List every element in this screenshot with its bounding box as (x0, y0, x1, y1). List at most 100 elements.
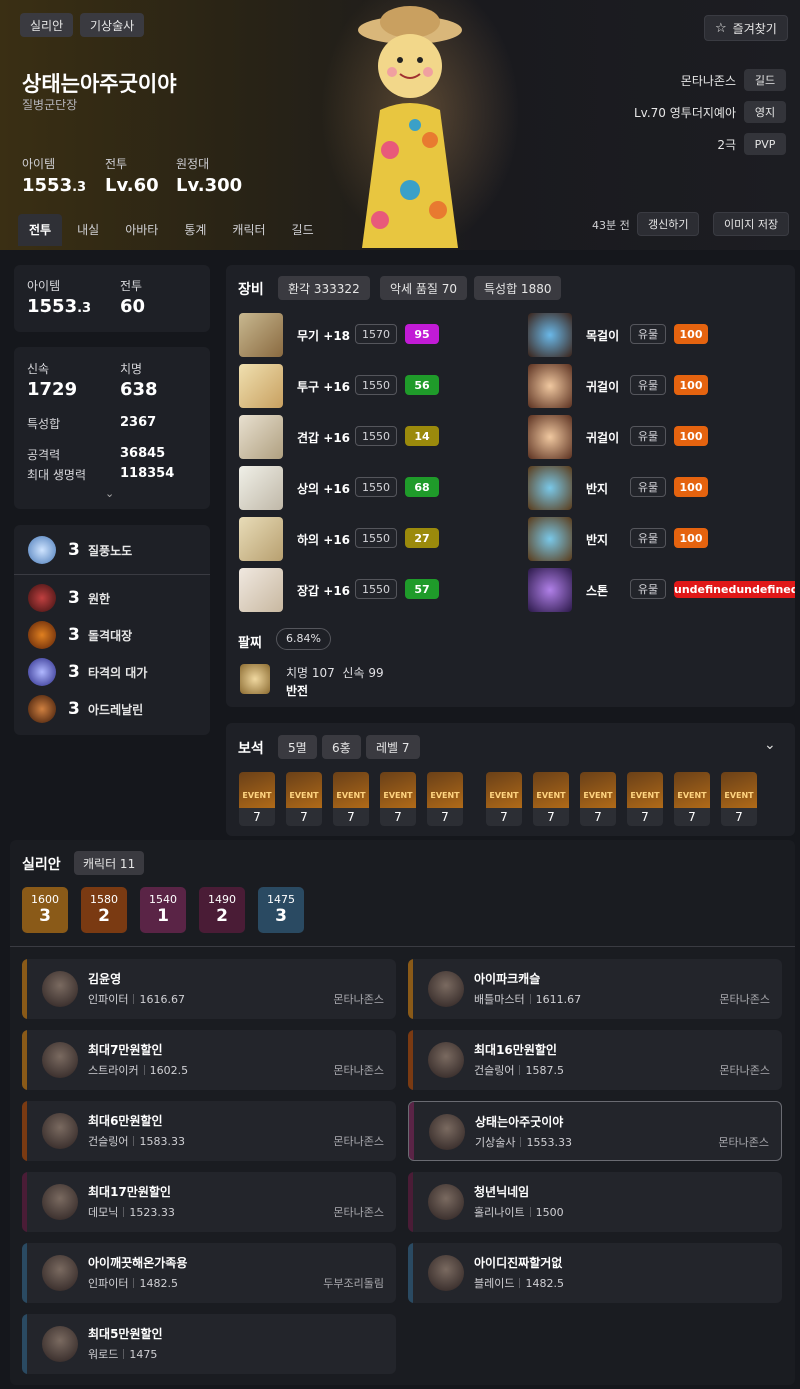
gem-slot[interactable]: EVENT 7 (580, 772, 616, 826)
accessory-name: 반지 (586, 533, 609, 547)
quality-badge: 100 (674, 528, 708, 548)
accessory-name: 목걸이 (586, 329, 620, 343)
character-card[interactable]: 김윤영 인파이터 1616.67 몬타나존스 (22, 959, 396, 1019)
tier-count: 3 (39, 906, 51, 926)
engraving-name: 돌격대장 (88, 628, 133, 643)
character-card[interactable]: 최대6만원할인 건슬링어 1583.33 몬타나존스 (22, 1101, 396, 1161)
class-engraving[interactable]: 3 질풍노도 (28, 535, 132, 565)
gem-icon: EVENT (333, 772, 369, 808)
tab-avatar[interactable]: 아바타 (114, 214, 169, 246)
engraving-item[interactable]: 3 원한 (28, 583, 110, 613)
character-card[interactable]: 최대5만원할인 워로드 1475 (22, 1314, 396, 1374)
character-class: 홀리나이트 (474, 1206, 525, 1219)
character-card[interactable]: 아이파크캐슬 배틀마스터 1611.67 몬타나존스 (408, 959, 782, 1019)
level-tier-filter[interactable]: 1600 3 (22, 887, 68, 933)
equipment-row[interactable]: 상의 +16 1550 68 (239, 466, 479, 510)
tab-inner[interactable]: 내실 (66, 214, 110, 246)
gem-slot[interactable]: EVENT 7 (674, 772, 710, 826)
equipment-row[interactable]: 장갑 +16 1550 57 (239, 568, 479, 612)
divider (10, 946, 795, 947)
gem-slot[interactable]: EVENT 7 (239, 772, 275, 826)
level-tier-filter[interactable]: 1580 2 (81, 887, 127, 933)
character-card[interactable]: 상태는아주굿이야 기상술사 1553.33 몬타나존스 (408, 1101, 782, 1161)
accessory-row[interactable]: 귀걸이 유물 100 (528, 415, 795, 459)
engraving-item[interactable]: 3 돌격대장 (28, 620, 132, 650)
gem-level: 7 (580, 808, 616, 826)
save-image-button[interactable]: 이미지 저장 (713, 212, 790, 236)
accessory-row[interactable]: 귀걸이 유물 100 (528, 364, 795, 408)
character-guild: 몬타나존스 (718, 1136, 769, 1149)
accessory-row[interactable]: 목걸이 유물 100 (528, 313, 795, 357)
gloves-icon (239, 568, 283, 612)
tab-combat[interactable]: 전투 (18, 214, 63, 246)
quality-badge: 57 (405, 579, 439, 599)
class-chip[interactable]: 기상술사 (80, 13, 145, 37)
engraving-item[interactable]: 3 타격의 대가 (28, 657, 147, 687)
pvp-rank: 2극 (717, 137, 736, 152)
max-hp-value: 118354 (120, 466, 175, 481)
server-chip[interactable]: 실리안 (20, 13, 74, 37)
gem-level: 7 (286, 808, 322, 826)
character-item-level: 1523.33 (129, 1206, 175, 1219)
tier-color-bar (22, 1314, 27, 1374)
character-card[interactable]: 아이깨끗해온가족용 인파이터 1482.5 두부조리돌림 (22, 1243, 396, 1303)
accessory-row[interactable]: 반지 유물 100 (528, 466, 795, 510)
gem-slot[interactable]: EVENT 7 (286, 772, 322, 826)
character-name: 김윤영 (88, 972, 122, 986)
level-tier-filter[interactable]: 1490 2 (199, 887, 245, 933)
accessory-name: 반지 (586, 482, 609, 496)
favorite-button[interactable]: ☆ 즐겨찾기 (704, 15, 788, 41)
pvp-badge[interactable]: PVP (744, 133, 786, 155)
equipment-name: 견갑 +16 (297, 431, 351, 445)
character-info: 기상술사 1553.33 (475, 1134, 572, 1150)
max-hp-label: 최대 생명력 (27, 468, 87, 482)
gem-slot[interactable]: EVENT 7 (627, 772, 663, 826)
engraving-name: 원한 (88, 591, 111, 606)
equipment-row[interactable]: 투구 +16 1550 56 (239, 364, 479, 408)
gem-slot[interactable]: EVENT 7 (380, 772, 416, 826)
expand-chevron-icon[interactable]: ⌄ (105, 487, 114, 500)
refresh-button[interactable]: 갱신하기 (637, 212, 700, 236)
gem-slot[interactable]: EVENT 7 (486, 772, 522, 826)
tab-stats[interactable]: 통계 (173, 214, 217, 246)
character-item-level: 1583.33 (139, 1135, 185, 1148)
accessory-row[interactable]: 반지 유물 100 (528, 517, 795, 561)
gem-slot[interactable]: EVENT 7 (427, 772, 463, 826)
gem-slot[interactable]: EVENT 7 (333, 772, 369, 826)
character-card[interactable]: 최대16만원할인 건슬링어 1587.5 몬타나존스 (408, 1030, 782, 1090)
engraving-name: 아드레날린 (88, 702, 144, 717)
equipment-row[interactable]: 견갑 +16 1550 14 (239, 415, 479, 459)
quality-badge: 27 (405, 528, 439, 548)
character-class: 인파이터 (88, 1277, 129, 1290)
engraving-item[interactable]: 3 아드레날린 (28, 694, 143, 724)
level-tier-filter[interactable]: 1475 3 (258, 887, 304, 933)
tab-characters[interactable]: 캐릭터 (221, 214, 276, 246)
character-card[interactable]: 최대7만원할인 스트라이커 1602.5 몬타나존스 (22, 1030, 396, 1090)
gem-level: 7 (721, 808, 757, 826)
accessory-name: 귀걸이 (586, 431, 620, 445)
equipment-row[interactable]: 무기 +18 1570 95 (239, 313, 479, 357)
equipment-row[interactable]: 하의 +16 1550 27 (239, 517, 479, 561)
gem-level: 7 (627, 808, 663, 826)
roster-server-title: 실리안 (22, 857, 61, 873)
estate-badge[interactable]: 영지 (744, 101, 786, 123)
gem-slot[interactable]: EVENT 7 (533, 772, 569, 826)
chevron-down-icon[interactable]: ⌄ (764, 737, 776, 753)
guild-badge[interactable]: 길드 (744, 69, 786, 91)
character-card[interactable]: 최대17만원할인 데모닉 1523.33 몬타나존스 (22, 1172, 396, 1232)
gem-slot[interactable]: EVENT 7 (721, 772, 757, 826)
character-info: 워로드 1475 (88, 1346, 157, 1362)
bracelet-icon[interactable] (240, 664, 270, 694)
level-tier-filter[interactable]: 1540 1 (140, 887, 186, 933)
tier-color-bar (409, 1102, 414, 1160)
character-card[interactable]: 아이디진짜할거없 블레이드 1482.5 (408, 1243, 782, 1303)
profile-header: 실리안 기상술사 ☆ 즐겨찾기 상태는아주굿이야 질병군단장 아이템 1553.… (0, 0, 800, 250)
character-item-level: 1482.5 (139, 1277, 178, 1290)
tab-guild[interactable]: 길드 (281, 214, 325, 246)
accessory-row[interactable]: 스톤 유물 undefinedundefinedu (528, 568, 795, 612)
gem-level: 7 (674, 808, 710, 826)
tier-color-bar (22, 1030, 27, 1090)
separator (123, 1349, 125, 1359)
character-card[interactable]: 청년닉네임 홀리나이트 1500 (408, 1172, 782, 1232)
bracelet-title: 팔찌 (238, 636, 262, 651)
